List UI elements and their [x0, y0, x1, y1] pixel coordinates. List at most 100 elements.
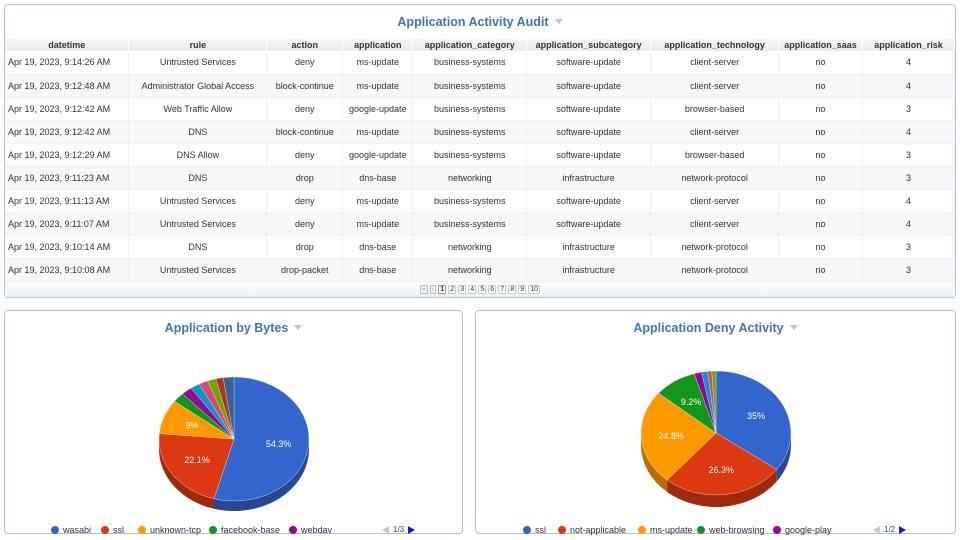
page-button-6[interactable]: 6	[488, 285, 497, 294]
legend-dot-icon	[289, 526, 297, 534]
legend-item-ssl[interactable]: ssl	[523, 525, 546, 535]
page-button-3[interactable]: 3	[458, 285, 467, 294]
legend-pagination: 1/2	[873, 525, 907, 534]
page-button-5[interactable]: 5	[478, 285, 487, 294]
legend-dot-icon	[101, 526, 109, 534]
cell-datetime: Apr 19, 2023, 9:12:42 AM	[5, 120, 130, 144]
cell-application-risk: 4	[862, 189, 955, 213]
legend-item-facebook-base[interactable]: facebook-base	[209, 525, 280, 535]
cell-datetime: Apr 19, 2023, 9:11:23 AM	[5, 166, 130, 190]
cell-application-subcategory: infrastructure	[526, 235, 652, 259]
cell-rule: DNS Allow	[128, 143, 268, 167]
column-header-rule[interactable]: rule	[128, 39, 268, 51]
table-row[interactable]: Apr 19, 2023, 9:14:26 AM Untrusted Servic…	[5, 51, 955, 75]
table-header-row: datetime rule action application application…	[5, 39, 955, 51]
table-row[interactable]: Apr 19, 2023, 9:10:08 AM Untrusted Servic…	[5, 258, 955, 282]
cell-application: ms-update	[342, 212, 414, 236]
cell-application-risk: 4	[862, 212, 955, 236]
cell-application-subcategory: software-update	[526, 189, 652, 213]
first-page-button[interactable]: «	[419, 285, 428, 294]
page-button-8[interactable]: 8	[508, 285, 517, 294]
cell-application-category: networking	[412, 166, 528, 190]
legend-prev-icon[interactable]	[873, 525, 880, 534]
cell-application-risk: 3	[862, 258, 955, 282]
prev-page-button[interactable]: ‹	[429, 285, 437, 294]
table-row[interactable]: Apr 19, 2023, 9:12:29 AM DNS Allow deny goo…	[5, 143, 955, 167]
legend-item-wasabi[interactable]: wasabi	[51, 525, 91, 535]
column-header-datetime[interactable]: datetime	[5, 39, 130, 51]
pie-data-label: 9.2%	[681, 397, 702, 407]
cell-datetime: Apr 19, 2023, 9:10:08 AM	[5, 258, 130, 282]
chevron-down-icon[interactable]	[554, 19, 563, 25]
legend-next-icon[interactable]	[408, 525, 416, 534]
cell-application-category: business-systems	[412, 212, 528, 236]
table-row[interactable]: Apr 19, 2023, 9:11:23 AM DNS drop dns-base n…	[5, 166, 955, 190]
pagination: «‹ 1 2 3 4 5 6 7 8 9 10	[5, 283, 955, 297]
page-button-2[interactable]: 2	[448, 285, 457, 294]
legend-item-web-browsing[interactable]: web-browsing	[697, 525, 765, 535]
page-button-10[interactable]: 10	[528, 285, 541, 294]
legend-next-icon[interactable]	[899, 525, 907, 534]
cell-application-saas: no	[778, 143, 864, 167]
cell-application-subcategory: software-update	[526, 97, 652, 121]
page-button-1[interactable]: 1	[438, 285, 447, 294]
cell-application-risk: 4	[862, 120, 955, 144]
legend-dot-icon	[773, 526, 781, 534]
table-row[interactable]: Apr 19, 2023, 9:12:42 AM DNS block-continu…	[5, 120, 955, 144]
legend-item-webdav[interactable]: webdav	[289, 525, 332, 535]
audit-panel-title[interactable]: Application Activity Audit	[5, 15, 955, 29]
legend-item-unknown-tcp[interactable]: unknown-tcp	[138, 525, 201, 535]
cell-application-subcategory: infrastructure	[526, 166, 652, 190]
cell-action: deny	[266, 212, 344, 236]
cell-application-technology: network-protocol	[650, 235, 780, 259]
page-button-9[interactable]: 9	[518, 285, 527, 294]
column-header-application-technology[interactable]: application_technology	[650, 39, 780, 51]
application-deny-activity-panel: Application Deny Activity 35% 26.3% 24.8% 9…	[475, 310, 956, 535]
legend-dot-icon	[51, 526, 59, 534]
cell-action: deny	[266, 97, 344, 121]
cell-application-saas: no	[778, 166, 864, 190]
column-header-action[interactable]: action	[266, 39, 344, 51]
cell-application-saas: no	[778, 189, 864, 213]
cell-application-saas: no	[778, 258, 864, 282]
cell-rule: Untrusted Services	[128, 51, 268, 75]
cell-application-saas: no	[778, 212, 864, 236]
table-row[interactable]: Apr 19, 2023, 9:11:13 AM Untrusted Servic…	[5, 189, 955, 213]
page-button-4[interactable]: 4	[468, 285, 477, 294]
table-row[interactable]: Apr 19, 2023, 9:11:07 AM Untrusted Servic…	[5, 212, 955, 236]
table-row[interactable]: Apr 19, 2023, 9:10:14 AM DNS drop dns-base n…	[5, 235, 955, 259]
legend-label: wasabi	[63, 525, 92, 535]
cell-application-category: networking	[412, 258, 528, 282]
cell-application-risk: 3	[862, 235, 955, 259]
cell-application-saas: no	[778, 235, 864, 259]
legend-item-google-play[interactable]: google-play	[773, 525, 832, 535]
column-header-application-subcategory[interactable]: application_subcategory	[526, 39, 652, 51]
cell-application-risk: 3	[862, 143, 955, 167]
cell-application-category: business-systems	[412, 97, 528, 121]
cell-application: dns-base	[342, 235, 414, 259]
cell-application: ms-update	[342, 189, 414, 213]
column-header-application-saas[interactable]: application_saas	[778, 39, 864, 51]
legend-label: not-applicable	[570, 525, 627, 535]
table-body: Apr 19, 2023, 9:14:26 AM Untrusted Servic…	[5, 51, 955, 282]
page-button-7[interactable]: 7	[498, 285, 507, 294]
cell-datetime: Apr 19, 2023, 9:12:42 AM	[5, 97, 130, 121]
column-header-application[interactable]: application	[342, 39, 414, 51]
cell-rule: Web Traffic Allow	[128, 97, 268, 121]
legend-pagination: 1/3	[382, 525, 416, 534]
table-row[interactable]: Apr 19, 2023, 9:12:48 AM Administrator Gl…	[5, 74, 955, 98]
legend-item-ms-update[interactable]: ms-update	[638, 525, 693, 535]
table-row[interactable]: Apr 19, 2023, 9:12:42 AM Web Traffic Allo…	[5, 97, 955, 121]
legend-item-ssl[interactable]: ssl	[101, 525, 124, 535]
legend-item-not-applicable[interactable]: not-applicable	[558, 525, 626, 535]
cell-application-subcategory: software-update	[526, 51, 652, 75]
legend-label: google-play	[785, 525, 832, 535]
column-header-application-risk[interactable]: application_risk	[862, 39, 955, 51]
column-header-application-category[interactable]: application_category	[412, 39, 528, 51]
cell-rule: DNS	[128, 120, 268, 144]
legend-page-indicator: 1/2	[884, 525, 896, 534]
legend-prev-icon[interactable]	[382, 525, 389, 534]
cell-application-technology: client-server	[650, 120, 780, 144]
cell-application: ms-update	[342, 51, 414, 75]
cell-rule: Untrusted Services	[128, 258, 268, 282]
